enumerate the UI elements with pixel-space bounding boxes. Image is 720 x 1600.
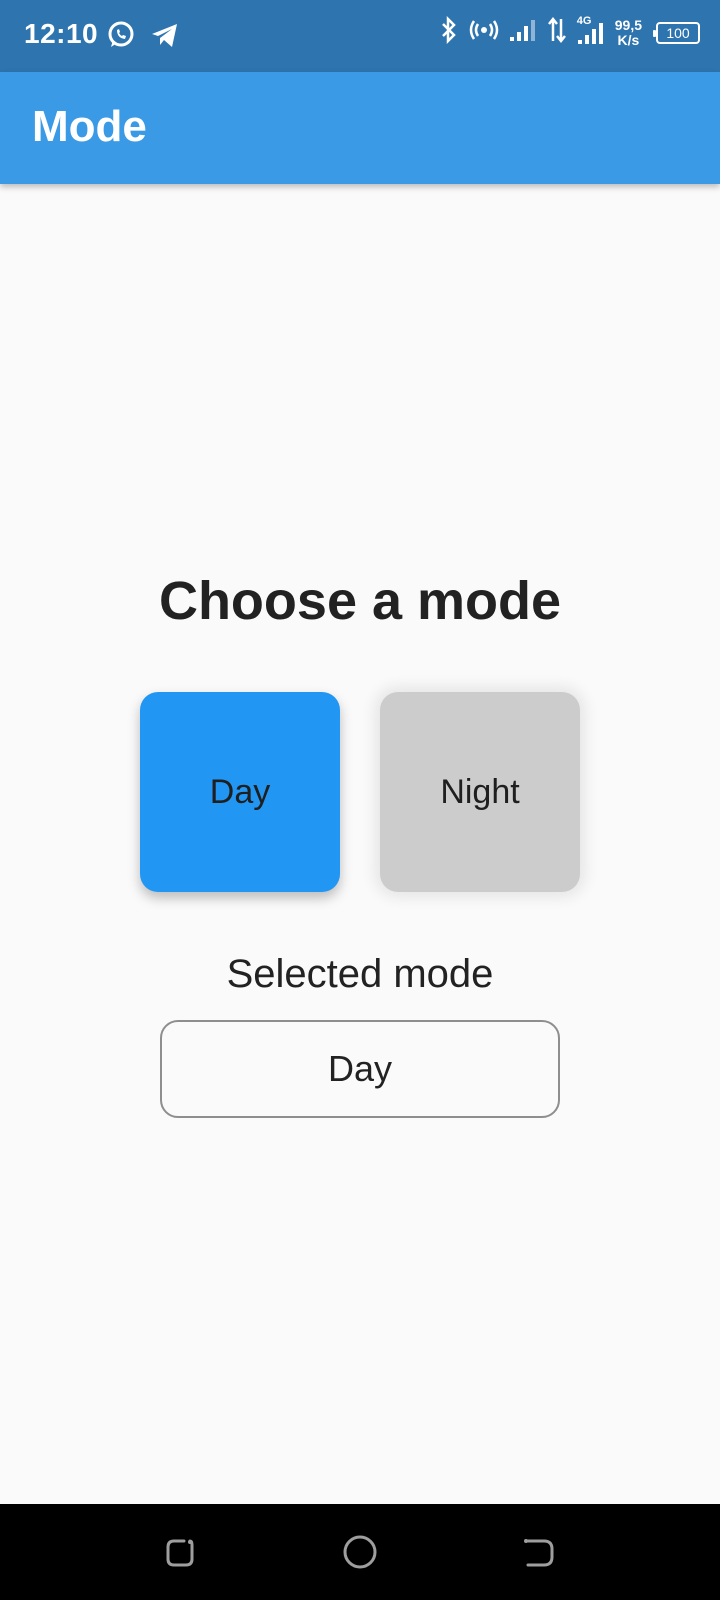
system-icons: 4G 99,5 K/s 100 [439,15,700,49]
signal-4g-icon: 4G [577,15,605,45]
telegram-icon [150,20,180,55]
home-icon[interactable] [340,1532,380,1572]
network-speed-value: 99,5 [614,16,642,33]
battery-level: 100 [666,24,690,41]
recent-apps-icon[interactable] [160,1532,200,1572]
data-arrows-icon [547,16,567,48]
status-time: 12:10 [24,18,99,49]
status-bar: 12:10 4G 99,5 K/s 100 [0,0,720,72]
notification-icons [106,20,180,55]
battery-icon: 100 [653,21,700,44]
bluetooth-icon [439,15,459,49]
hotspot-icon [469,18,499,47]
back-icon[interactable] [520,1532,560,1572]
signal-icon [509,18,537,47]
choose-mode-heading: Choose a mode [158,571,562,631]
whatsapp-icon [106,20,136,55]
night-mode-label: Night [440,772,520,811]
app-bar: Mode [0,72,720,184]
day-mode-button[interactable]: Day [140,692,340,892]
night-mode-button[interactable]: Night [380,692,580,892]
network-speed-unit: K/s [617,31,640,48]
selected-mode-display: Day [160,1020,560,1118]
navigation-bar [0,1504,720,1600]
selected-mode-value: Day [327,1048,393,1089]
page-title: Mode [32,102,147,151]
network-speed: 99,5 K/s [614,16,642,48]
day-mode-label: Day [209,772,271,811]
selected-mode-label: Selected mode [226,952,494,996]
